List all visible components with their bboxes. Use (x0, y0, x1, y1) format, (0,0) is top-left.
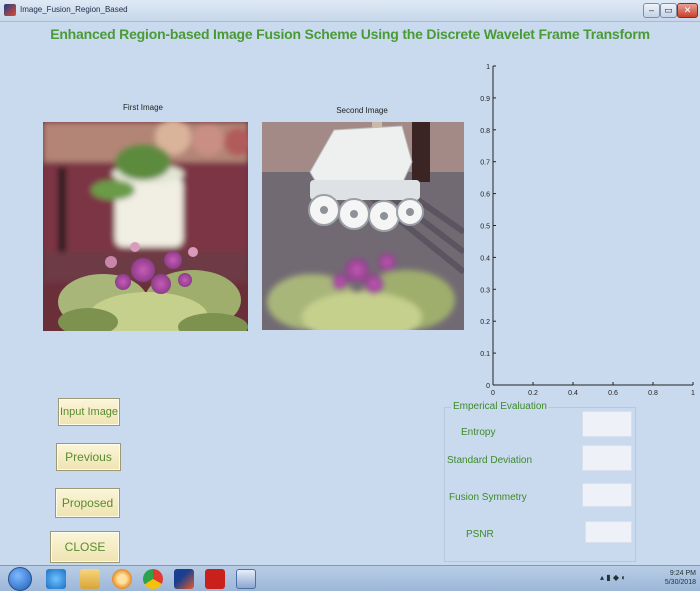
proposed-button[interactable]: Proposed (55, 488, 120, 518)
system-tray[interactable]: ▴ ▮ ◆ ◐ (600, 573, 626, 582)
psnr-value-field[interactable] (585, 521, 632, 543)
maximize-button[interactable]: ▭ (660, 3, 677, 18)
y-tick-label: 1 (486, 64, 490, 71)
window-title-bar[interactable]: Image_Fusion_Region_Based – ▭ ✕ (0, 0, 700, 22)
y-tick-label: 0.6 (480, 192, 490, 199)
y-tick-label: 0.9 (480, 96, 490, 103)
x-tick-label: 0.8 (648, 390, 658, 397)
standard-deviation-value-field[interactable] (582, 445, 632, 471)
word-doc-icon[interactable] (236, 569, 256, 589)
second-image-label: Second Image (336, 106, 388, 115)
y-tick-label: 0.2 (480, 319, 490, 326)
y-tick-label: 0.8 (480, 128, 490, 135)
x-tick-label: 0.2 (528, 390, 538, 397)
input-image-button[interactable]: Input Image (58, 398, 120, 426)
close-button[interactable]: CLOSE (50, 531, 120, 563)
evaluation-title: Emperical Evaluation (451, 401, 549, 412)
entropy-label: Entropy (461, 427, 496, 438)
first-image-label: First Image (122, 103, 163, 112)
acrobat-icon[interactable] (205, 569, 225, 589)
taskbar: ▴ ▮ ◆ ◐ 9:24 PM 5/30/2018 (0, 565, 700, 591)
fusion-symmetry-label: Fusion Symmetry (449, 492, 527, 503)
y-tick-label: 0.7 (480, 160, 490, 167)
x-tick-label: 1 (691, 390, 695, 397)
page-title: Enhanced Region-based Image Fusion Schem… (50, 26, 650, 42)
minimize-button[interactable]: – (643, 3, 660, 18)
clock-time: 9:24 PM (669, 570, 696, 577)
matlab-figure-icon (4, 4, 16, 16)
y-tick-label: 0.1 (480, 351, 490, 358)
psnr-label: PSNR (466, 529, 494, 540)
taskbar-clock[interactable]: 9:24 PM 5/30/2018 (652, 569, 696, 587)
first-image (43, 122, 248, 331)
x-tick-label: 0.4 (568, 390, 578, 397)
clock-date: 5/30/2018 (664, 579, 696, 586)
y-tick-label: 0 (486, 383, 490, 390)
media-player-icon[interactable] (112, 569, 132, 589)
close-window-button[interactable]: ✕ (677, 3, 698, 18)
x-tick-label: 0.6 (608, 390, 618, 397)
x-tick-label: 0 (491, 390, 495, 397)
entropy-value-field[interactable] (582, 411, 632, 437)
y-tick-label: 0.3 (480, 287, 490, 294)
y-tick-label: 0.5 (480, 224, 490, 231)
window-title: Image_Fusion_Region_Based (20, 5, 128, 14)
y-tick-label: 0.4 (480, 255, 490, 262)
start-orb-icon[interactable] (8, 567, 32, 591)
standard-deviation-label: Standard Deviation (447, 455, 533, 466)
previous-button[interactable]: Previous (56, 443, 121, 471)
explorer-folder-icon[interactable] (80, 569, 100, 589)
chrome-icon[interactable] (143, 569, 163, 589)
second-image (262, 122, 464, 330)
matlab-icon[interactable] (174, 569, 194, 589)
ie-icon[interactable] (46, 569, 66, 589)
fusion-symmetry-value-field[interactable] (582, 483, 632, 507)
